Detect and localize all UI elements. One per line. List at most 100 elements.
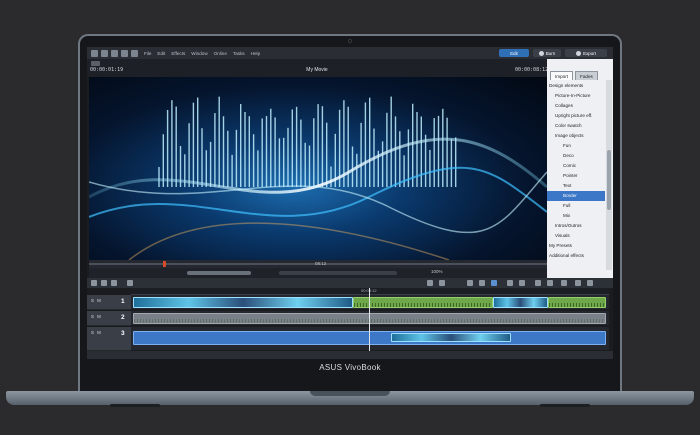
effects-tree-item[interactable]: Additional effects <box>547 251 605 261</box>
monitor-icon[interactable] <box>91 61 100 66</box>
trim-icon[interactable] <box>535 280 541 286</box>
laptop-foot <box>110 404 160 407</box>
transport-bar: 100% <box>89 268 547 278</box>
track-2[interactable] <box>131 311 609 326</box>
preview-artwork <box>89 96 547 260</box>
effects-tree: Design elements Picture-In-Picture Collage… <box>547 80 605 274</box>
delete-icon[interactable] <box>587 280 593 286</box>
video-clip[interactable] <box>133 297 353 308</box>
track-header-2[interactable]: S M 2 <box>87 311 131 326</box>
track-solo-mute[interactable]: S M <box>91 330 102 335</box>
status-bar <box>87 351 613 359</box>
menu-effects[interactable]: Effects <box>171 51 185 56</box>
track-3[interactable] <box>131 327 609 351</box>
audio-waveform <box>549 303 605 307</box>
jog-slider[interactable] <box>187 271 251 275</box>
effects-tree-item[interactable]: Full <box>547 201 605 211</box>
scrub-marker[interactable] <box>163 261 166 267</box>
menu-online[interactable]: Online <box>214 51 227 56</box>
undo-icon[interactable] <box>427 280 433 286</box>
laptop-hinge-notch <box>310 391 390 396</box>
app-logo-icon <box>91 49 98 57</box>
menu-help[interactable]: Help <box>251 51 260 56</box>
effects-tree-item[interactable]: Pointer <box>547 171 605 181</box>
menu-file[interactable]: File <box>144 51 151 56</box>
track-solo-mute[interactable]: S M <box>91 314 102 319</box>
tab-import[interactable]: Import <box>550 71 574 80</box>
cursor-icon[interactable] <box>491 280 497 286</box>
edit-mode-label: Edit <box>510 50 518 56</box>
audio-waveform <box>354 303 492 307</box>
storyboard-icon[interactable] <box>101 280 107 286</box>
burn-label: Burn <box>545 50 556 56</box>
timeline-mode-icon[interactable] <box>91 280 97 286</box>
effects-tree-item[interactable]: Fun <box>547 141 605 151</box>
menu-tasks[interactable]: Tasks <box>233 51 245 56</box>
effects-tree-item[interactable]: Color swatch <box>547 121 605 131</box>
export-icon <box>576 50 582 56</box>
cut-icon[interactable] <box>467 280 473 286</box>
menu-window[interactable]: Window <box>191 51 207 56</box>
pen-icon[interactable] <box>547 280 553 286</box>
video-clip[interactable] <box>548 297 606 308</box>
video-preview[interactable] <box>89 77 547 260</box>
track-1[interactable] <box>131 295 609 310</box>
track-header-1[interactable]: S M 1 <box>87 295 131 310</box>
effects-tree-item[interactable]: Intros/Outros <box>547 221 605 231</box>
effects-tree-item[interactable]: Visuals <box>547 231 605 241</box>
effects-tree-item[interactable]: My Presets <box>547 241 605 251</box>
marker-icon[interactable] <box>479 280 485 286</box>
video-clip[interactable] <box>353 297 493 308</box>
grid-icon[interactable] <box>575 280 581 286</box>
effects-tree-item[interactable]: Border <box>547 191 605 201</box>
track-header-3[interactable]: S M 3 <box>87 327 131 351</box>
effects-tree-item[interactable]: Deco <box>547 151 605 161</box>
effects-tree-item[interactable]: Design elements <box>547 81 605 91</box>
effects-tree-item[interactable]: Text <box>547 181 605 191</box>
panel-tabs: Import Fades <box>547 71 613 80</box>
timeline-ruler[interactable]: 00:08:12 <box>131 288 609 295</box>
track-number: 1 <box>121 298 125 305</box>
timeline-icon[interactable] <box>111 280 117 286</box>
redo-icon[interactable] <box>439 280 445 286</box>
audio-icon[interactable] <box>561 280 567 286</box>
disc-icon <box>538 50 544 56</box>
export-button[interactable]: Export <box>565 49 607 57</box>
export-label: Export <box>583 50 596 56</box>
tab-fades[interactable]: Fades <box>575 71 598 80</box>
brand-logo: ASUS VivoBook <box>319 363 381 372</box>
zoom-level[interactable]: 100% <box>431 269 443 274</box>
link-icon[interactable] <box>507 280 513 286</box>
panel-scrollbar[interactable] <box>606 80 612 270</box>
laptop-foot <box>540 404 590 407</box>
scrub-bar[interactable]: 08:12 <box>89 260 547 268</box>
preview-header: 00:00:01:19 My Movie 00:00:08:12 <box>87 59 548 77</box>
effects-tree-item[interactable]: Upright picture eff. <box>547 111 605 121</box>
settings-icon[interactable] <box>127 280 133 286</box>
media-pool-panel: Import Fades Design elements Picture-In-P… <box>547 59 613 278</box>
effects-tree-item[interactable]: Mix <box>547 211 605 221</box>
video-clip[interactable] <box>391 333 511 342</box>
playhead[interactable] <box>369 288 370 351</box>
snap-icon[interactable] <box>519 280 525 286</box>
video-clip[interactable] <box>493 297 548 308</box>
timecode-current: 00:00:01:19 <box>90 67 124 73</box>
redo-icon[interactable] <box>131 49 138 57</box>
effects-tree-item[interactable]: Comic <box>547 161 605 171</box>
track-number: 2 <box>121 314 125 321</box>
undo-icon[interactable] <box>121 49 128 57</box>
panel-scroll-thumb[interactable] <box>607 150 611 210</box>
shuttle-slider[interactable] <box>279 271 397 275</box>
menu-edit[interactable]: Edit <box>157 51 165 56</box>
timeline-toolbar <box>87 278 613 288</box>
effects-tree-item[interactable]: Picture-In-Picture <box>547 91 605 101</box>
burn-button[interactable]: Burn <box>533 49 561 57</box>
save-icon[interactable] <box>111 49 118 57</box>
effects-tree-item[interactable]: Image objects <box>547 131 605 141</box>
edit-mode-button[interactable]: Edit <box>499 49 529 57</box>
movie-title: My Movie <box>306 67 328 73</box>
scrub-time: 08:12 <box>315 261 327 266</box>
effects-tree-item[interactable]: Collages <box>547 101 605 111</box>
track-solo-mute[interactable]: S M <box>91 298 102 303</box>
open-icon[interactable] <box>101 49 108 57</box>
